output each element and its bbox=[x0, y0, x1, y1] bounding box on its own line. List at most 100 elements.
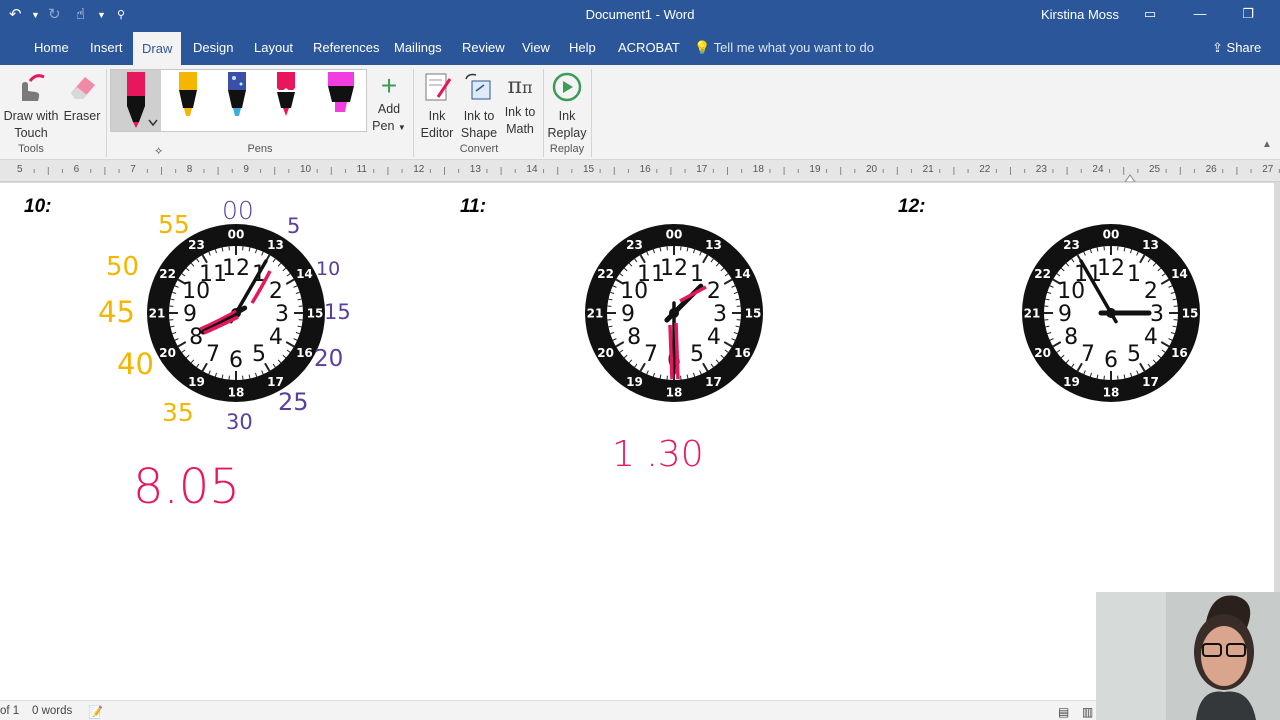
ink-editor-button[interactable]: Ink Editor bbox=[417, 71, 457, 142]
pen-red[interactable] bbox=[264, 70, 308, 131]
ink-to-math-button[interactable]: ππ Ink to Math bbox=[500, 71, 540, 138]
pens-gallery bbox=[110, 69, 367, 132]
clock-number: 5 bbox=[1127, 342, 1141, 367]
draw-with-touch-button[interactable]: Draw with Touch bbox=[2, 71, 60, 142]
clock-number: 9 bbox=[621, 302, 635, 327]
clock-24h-number: 14 bbox=[1171, 267, 1188, 281]
pen-yellow-highlighter[interactable] bbox=[166, 70, 210, 131]
clock-number: 4 bbox=[1144, 325, 1158, 350]
clock-24h-number: 19 bbox=[626, 375, 643, 389]
clock-24h-number: 18 bbox=[228, 386, 245, 400]
ruler-number: 13 bbox=[469, 164, 481, 175]
tell-me-search[interactable]: 💡 Tell me what you want to do bbox=[694, 40, 874, 56]
eraser-button[interactable]: Eraser bbox=[62, 71, 102, 125]
tab-insert[interactable]: Insert bbox=[90, 40, 123, 55]
document-page[interactable]: 10: 11: 12: 1212345678910110013141516171… bbox=[0, 182, 1276, 680]
clock-24h-number: 13 bbox=[267, 238, 284, 252]
collapse-ribbon-icon[interactable]: ▲ bbox=[1262, 139, 1272, 150]
clock-number: 2 bbox=[1144, 279, 1158, 304]
clock-24h-number: 18 bbox=[1103, 386, 1120, 400]
replay-icon bbox=[552, 72, 582, 102]
tab-mailings[interactable]: Mailings bbox=[394, 40, 442, 55]
presenter-video bbox=[1096, 592, 1280, 720]
clock-24h-number: 16 bbox=[1171, 346, 1188, 360]
add-pen-button[interactable]: + Add Pen ▼ bbox=[368, 71, 410, 136]
draw-ribbon: Draw with Touch Eraser Tools ⟡ + Add Pen… bbox=[0, 65, 1280, 160]
restore-icon[interactable]: ❐ bbox=[1238, 6, 1258, 22]
ink-minutes-yellow: 45 bbox=[98, 295, 135, 329]
ribbon-separator bbox=[543, 69, 544, 157]
tab-draw[interactable]: Draw bbox=[133, 32, 182, 65]
ink-minutes-purple: 00 bbox=[222, 196, 254, 225]
share-icon: ⇪ bbox=[1212, 40, 1223, 55]
galaxy-pen-icon bbox=[228, 72, 246, 116]
clock-number: 8 bbox=[189, 325, 203, 350]
ruler-number: 19 bbox=[809, 164, 821, 175]
tab-layout[interactable]: Layout bbox=[254, 40, 293, 55]
minimize-icon[interactable]: — bbox=[1190, 6, 1210, 21]
tab-home[interactable]: Home bbox=[34, 40, 69, 55]
read-mode-icon[interactable]: ▤ bbox=[1058, 705, 1069, 719]
clock-number: 9 bbox=[183, 302, 197, 327]
clock-center bbox=[231, 308, 241, 318]
clock-24h-number: 18 bbox=[666, 386, 683, 400]
ink-editor-icon bbox=[425, 73, 452, 101]
convert-group-label: Convert bbox=[459, 143, 499, 155]
ink-answer: 8.05 bbox=[133, 459, 240, 515]
pen-galaxy[interactable] bbox=[215, 70, 259, 131]
clock-24h-number: 21 bbox=[149, 307, 166, 321]
pens-dialog-launcher-icon[interactable]: ⟡ bbox=[155, 145, 162, 158]
tab-references[interactable]: References bbox=[313, 40, 379, 55]
pen-pink-selected[interactable] bbox=[111, 70, 161, 131]
user-name[interactable]: Kirstina Moss bbox=[1041, 7, 1119, 22]
share-button[interactable]: ⇪ Share bbox=[1212, 40, 1261, 56]
ruler-number: 21 bbox=[922, 164, 934, 175]
ruler-number: 17 bbox=[696, 164, 708, 175]
clock-24h-number: 15 bbox=[1182, 307, 1199, 321]
clock-24h-number: 21 bbox=[587, 307, 604, 321]
ink-answer: 1 .30 bbox=[612, 434, 704, 475]
ink-to-shape-button[interactable]: Ink to Shape bbox=[458, 71, 500, 142]
magenta-highlighter-icon bbox=[328, 72, 354, 112]
clock-number: 11 bbox=[637, 262, 665, 287]
clock-24h-number: 17 bbox=[1142, 375, 1159, 389]
tab-design[interactable]: Design bbox=[193, 40, 233, 55]
clock-24h-number: 21 bbox=[1024, 307, 1041, 321]
clock-24h-number: 14 bbox=[296, 267, 313, 281]
clock-24h-number: 15 bbox=[745, 307, 762, 321]
clock-number: 4 bbox=[269, 325, 283, 350]
tab-acrobat[interactable]: ACROBAT bbox=[618, 40, 680, 55]
page-count[interactable]: of 1 bbox=[0, 705, 19, 717]
ruler-number: 9 bbox=[243, 164, 249, 175]
clock-number: 8 bbox=[627, 325, 641, 350]
tab-review[interactable]: Review bbox=[462, 40, 505, 55]
tab-view[interactable]: View bbox=[522, 40, 550, 55]
clock-center bbox=[669, 308, 679, 318]
ruler-number: 15 bbox=[583, 164, 595, 175]
ruler-number: 11 bbox=[356, 164, 367, 175]
ruler-number: 27 bbox=[1262, 164, 1274, 175]
ruler-number: 22 bbox=[979, 164, 991, 175]
word-count[interactable]: 0 words bbox=[32, 705, 72, 717]
ribbon-display-icon[interactable]: ▭ bbox=[1140, 6, 1160, 22]
clock-24h-number: 17 bbox=[267, 375, 284, 389]
clock-24h-number: 22 bbox=[1034, 267, 1051, 281]
clock-24h-number: 00 bbox=[228, 228, 245, 242]
ribbon-separator bbox=[413, 69, 414, 157]
title-bar: ↶ ▼ ↻ ☝ ▼ ⚲ Document1 - Word Kirstina Mo… bbox=[0, 0, 1280, 30]
clock-number: 2 bbox=[269, 279, 283, 304]
pen-magenta-highlighter[interactable] bbox=[316, 70, 366, 131]
proofing-icon[interactable]: 📝 bbox=[88, 705, 103, 719]
clock-24h-number: 14 bbox=[734, 267, 751, 281]
clock-face: 121234567891011001314151617181920212223 bbox=[1022, 224, 1200, 402]
question-label: 11: bbox=[460, 196, 487, 217]
ink-replay-button[interactable]: Ink Replay bbox=[546, 71, 588, 142]
horizontal-ruler[interactable]: 5 6 7 8 9 10 11 12 13 14 15 16 17 18 19 20 21 22 23 24 25 26 2… bbox=[0, 160, 1280, 182]
vertical-scrollbar[interactable] bbox=[1274, 182, 1280, 592]
print-layout-icon[interactable]: ▥ bbox=[1082, 705, 1093, 719]
clock-24h-number: 20 bbox=[159, 346, 176, 360]
plus-icon: + bbox=[380, 70, 398, 101]
pens-group-label: Pens bbox=[247, 143, 273, 155]
tab-help[interactable]: Help bbox=[569, 40, 596, 55]
chevron-down-icon: ▼ bbox=[397, 123, 406, 132]
